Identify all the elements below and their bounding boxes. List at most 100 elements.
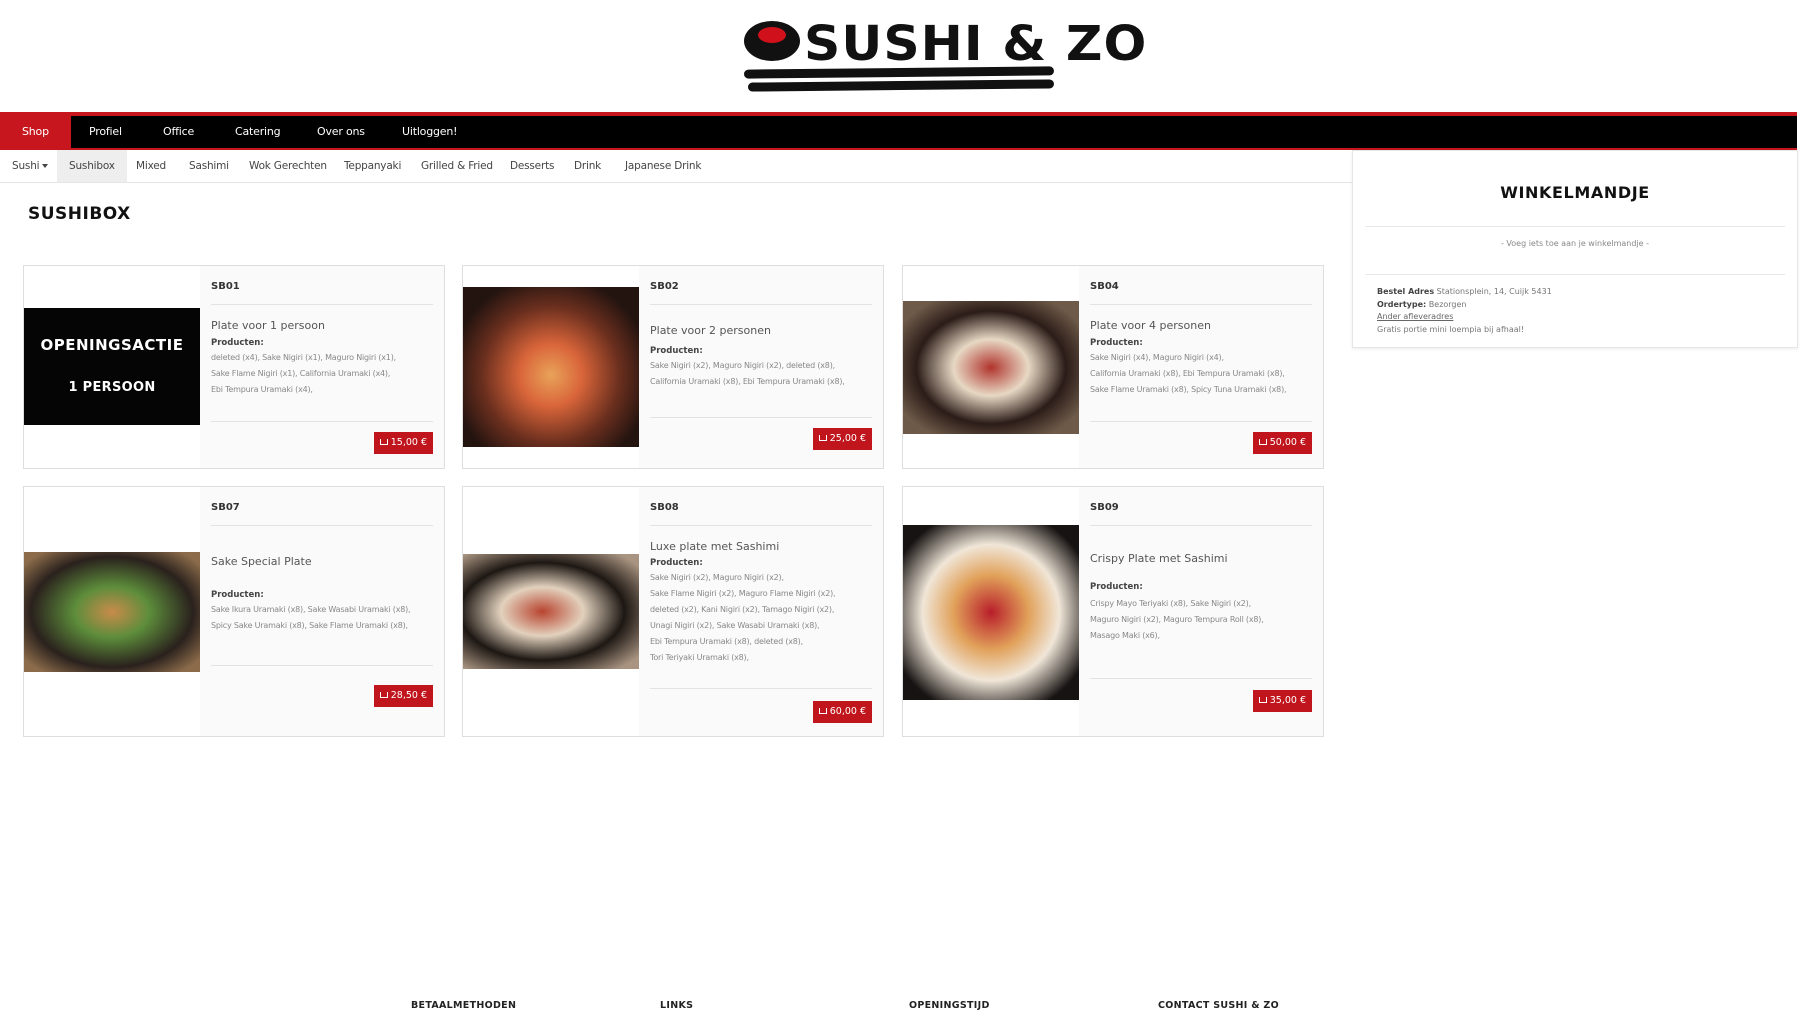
add-to-cart-button[interactable]: 50,00 € — [1252, 432, 1312, 454]
shopping-cart-panel: WINKELMANDJE - Voeg iets toe aan je wink… — [1352, 150, 1798, 348]
price-label: 25,00 € — [829, 433, 866, 444]
footer-heading-hours: OPENINGSTIJD — [909, 1000, 990, 1011]
product-card-sb07[interactable]: SB07 Sake Special Plate Producten: Sake … — [23, 486, 445, 737]
product-code: SB08 — [650, 502, 679, 513]
product-photo[interactable] — [903, 525, 1079, 700]
cart-title: WINKELMANDJE — [1500, 183, 1650, 202]
product-photo[interactable] — [903, 301, 1079, 434]
nav-item-office[interactable]: Office — [141, 116, 216, 148]
product-name: Sake Special Plate — [211, 555, 312, 568]
category-sushi-dropdown[interactable]: Sushi — [0, 150, 60, 182]
divider — [211, 665, 433, 666]
nav-item-catering[interactable]: Catering — [213, 116, 302, 148]
category-mixed[interactable]: Mixed — [124, 150, 178, 182]
basket-icon — [818, 435, 827, 441]
product-image-column — [463, 266, 639, 468]
products-label: Producten: — [1090, 338, 1143, 348]
price-label: 28,50 € — [390, 690, 427, 701]
category-sashimi[interactable]: Sashimi — [177, 150, 241, 182]
order-type: Ordertype: Bezorgen — [1377, 299, 1467, 312]
site-logo[interactable]: SUSHI & ZO — [742, 16, 1146, 92]
add-to-cart-button[interactable]: 60,00 € — [812, 701, 872, 723]
product-photo[interactable]: OPENINGSACTIE 1 PERSOON — [24, 308, 200, 425]
category-japanese-drink[interactable]: Japanese Drink — [613, 150, 713, 182]
footer-heading-contact: CONTACT SUSHI & ZO — [1158, 1000, 1280, 1011]
product-photo[interactable] — [463, 287, 639, 447]
divider — [211, 421, 433, 422]
add-to-cart-button[interactable]: 15,00 € — [373, 432, 433, 454]
promo-text: OPENINGSACTIE — [40, 336, 184, 354]
address-label: Bestel Adres — [1377, 287, 1435, 296]
product-ingredients: Sake Ikura Uramaki (x8), Sake Wasabi Ura… — [211, 605, 411, 630]
nav-item-profiel[interactable]: Profiel — [67, 116, 144, 148]
basket-icon — [379, 692, 388, 698]
price-label: 15,00 € — [390, 437, 427, 448]
category-wok-gerechten[interactable]: Wok Gerechten — [237, 150, 339, 182]
category-label: Sushi — [12, 160, 40, 172]
divider — [650, 525, 872, 526]
product-image-column — [903, 266, 1079, 468]
divider — [1090, 421, 1312, 422]
product-ingredients: deleted (x4), Sake Nigiri (x1), Maguro N… — [211, 353, 396, 394]
divider — [211, 525, 433, 526]
price-label: 60,00 € — [829, 706, 866, 717]
product-code: SB02 — [650, 281, 679, 292]
add-to-cart-button[interactable]: 25,00 € — [812, 428, 872, 450]
price-label: 50,00 € — [1269, 437, 1306, 448]
product-card-sb09[interactable]: SB09 Crispy Plate met Sashimi Producten:… — [902, 486, 1324, 737]
product-card-sb08[interactable]: SB08 Luxe plate met Sashimi Producten: S… — [462, 486, 884, 737]
address-value: Stationsplein, 14, Cuijk 5431 — [1434, 287, 1552, 296]
other-address-link[interactable]: Ander afleveradres — [1377, 312, 1453, 321]
chopstick-icon — [747, 79, 1055, 92]
main-nav: Shop Profiel Office Catering Over ons Ui… — [0, 116, 1797, 150]
product-image-column — [903, 487, 1079, 736]
site-header: SUSHI & ZO — [0, 0, 1800, 112]
product-photo[interactable] — [463, 554, 639, 669]
nav-item-shop[interactable]: Shop — [0, 116, 71, 148]
products-label: Producten: — [211, 590, 264, 600]
basket-icon — [1258, 439, 1267, 445]
add-to-cart-button[interactable]: 35,00 € — [1252, 690, 1312, 712]
ordertype-label: Ordertype: — [1377, 299, 1427, 309]
product-image-column — [24, 487, 200, 736]
products-label: Producten: — [1090, 582, 1143, 592]
nav-item-over-ons[interactable]: Over ons — [295, 116, 387, 148]
product-name: Plate voor 2 personen — [650, 324, 771, 337]
product-image-column: OPENINGSACTIE 1 PERSOON — [24, 266, 200, 468]
category-sushibox[interactable]: Sushibox — [57, 150, 127, 182]
product-ingredients: Sake Nigiri (x4), Maguro Nigiri (x4), Ca… — [1090, 353, 1287, 394]
product-image-column — [463, 487, 639, 736]
promo-note: Gratis portie mini loempia bij afhaal! — [1377, 324, 1525, 334]
category-drink[interactable]: Drink — [562, 150, 613, 182]
logo-text: SUSHI & ZO — [804, 16, 1148, 72]
nav-item-uitloggen[interactable]: Uitloggen! — [380, 116, 479, 148]
basket-icon — [379, 439, 388, 445]
category-desserts[interactable]: Desserts — [498, 150, 566, 182]
divider — [1365, 226, 1785, 227]
product-name: Plate voor 4 personen — [1090, 319, 1211, 332]
category-teppanyaki[interactable]: Teppanyaki — [332, 150, 413, 182]
products-label: Producten: — [650, 558, 703, 568]
footer-heading-links: LINKS — [660, 1000, 694, 1011]
product-code: SB07 — [211, 502, 240, 513]
product-card-sb01[interactable]: OPENINGSACTIE 1 PERSOON SB01 Plate voor … — [23, 265, 445, 469]
products-label: Producten: — [650, 346, 703, 356]
divider — [650, 417, 872, 418]
products-label: Producten: — [211, 338, 264, 348]
divider — [1090, 678, 1312, 679]
chopstick-icon — [743, 66, 1055, 79]
product-ingredients: Crispy Mayo Teriyaki (x8), Sake Nigiri (… — [1090, 599, 1264, 640]
product-ingredients: Sake Nigiri (x2), Maguro Nigiri (x2), Sa… — [650, 573, 836, 662]
category-grilled-fried[interactable]: Grilled & Fried — [409, 150, 505, 182]
divider — [650, 688, 872, 689]
product-card-sb02[interactable]: SB02 Plate voor 2 personen Producten: Sa… — [462, 265, 884, 469]
divider — [650, 304, 872, 305]
divider — [211, 304, 433, 305]
product-card-sb04[interactable]: SB04 Plate voor 4 personen Producten: Sa… — [902, 265, 1324, 469]
other-address-row: Ander afleveradres — [1377, 311, 1453, 324]
sushi-roll-logo-icon — [744, 21, 800, 61]
product-photo[interactable] — [24, 552, 200, 672]
promo-text: 1 PERSOON — [68, 380, 156, 395]
product-name: Crispy Plate met Sashimi — [1090, 552, 1228, 565]
add-to-cart-button[interactable]: 28,50 € — [373, 685, 433, 707]
